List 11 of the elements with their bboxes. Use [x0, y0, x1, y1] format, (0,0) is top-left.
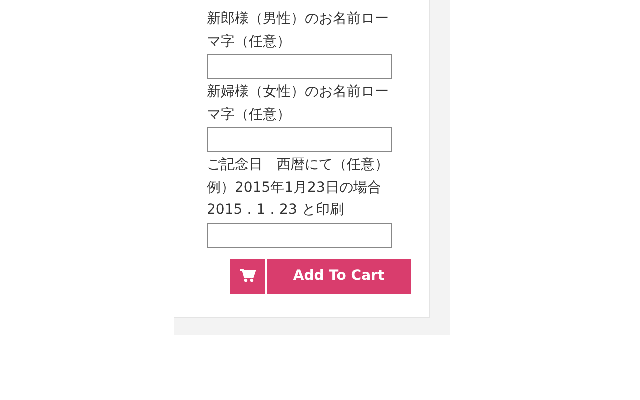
- field-label: 2015．1．23 と印刷: [207, 201, 345, 220]
- input-field[interactable]: [207, 54, 392, 79]
- field-label: ご記念日 西暦にて（任意）: [207, 156, 390, 175]
- field-label: 例）2015年1月23日の場合: [207, 178, 382, 198]
- field-label: 新婦様（女性）のお名前ローマ字（任意）: [207, 83, 390, 124]
- cart-icon: [240, 269, 256, 283]
- field-label: 新郎様（男性）のお名前ローマ字（任意）: [207, 10, 390, 52]
- add-to-cart-button[interactable]: Add To Cart: [267, 258, 411, 294]
- input-field[interactable]: [207, 127, 392, 152]
- cart-button[interactable]: [230, 258, 265, 294]
- input-field[interactable]: [207, 222, 392, 248]
